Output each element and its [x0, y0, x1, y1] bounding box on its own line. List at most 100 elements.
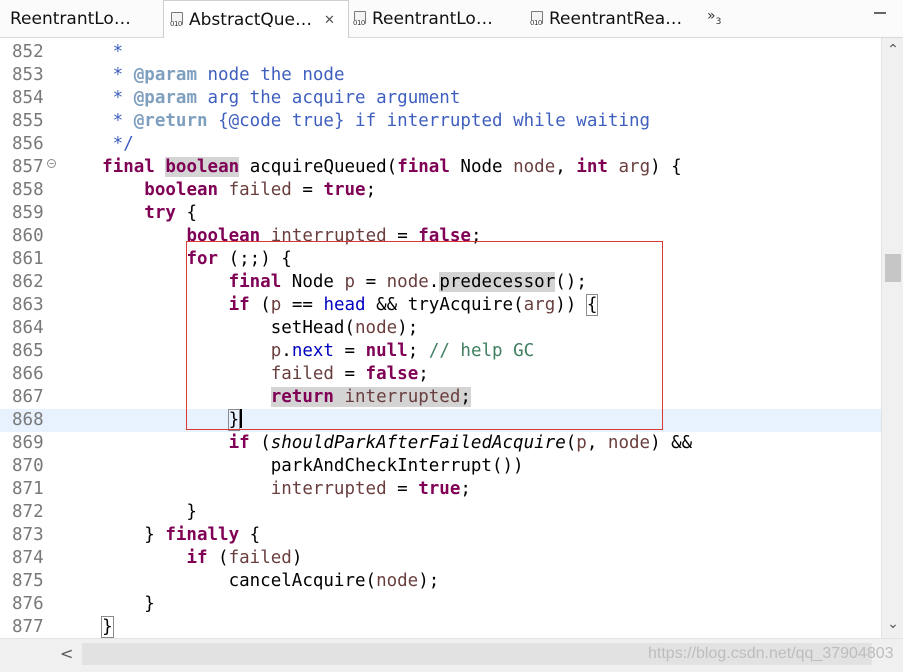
line-number: 867 — [12, 387, 44, 407]
code-line[interactable]: 857− final boolean acquireQueued(final N… — [0, 156, 881, 179]
line-number: 862 — [12, 272, 44, 292]
tab-reentrantlock-2[interactable]: 010 ReentrantLo… — [351, 0, 523, 38]
code-line[interactable]: 868 } — [0, 409, 881, 432]
code-token: failed — [270, 364, 334, 384]
minimize-icon[interactable] — [874, 12, 886, 14]
code-token: finally — [165, 525, 240, 545]
code-token: node — [513, 157, 556, 177]
tab-reentrantreadwritelock[interactable]: 010 ReentrantRea… — [528, 0, 703, 38]
watermark: https://blog.csdn.net/qq_37904803 — [648, 645, 894, 662]
code-line[interactable]: 854 * @param arg the acquire argument — [0, 87, 881, 110]
code-text: } — [60, 501, 197, 524]
line-number: 854 — [12, 88, 44, 108]
code-token: arg — [523, 295, 556, 315]
code-text: final boolean acquireQueued(final Node n… — [60, 156, 682, 179]
code-text: for (;;) { — [60, 248, 291, 271]
line-number: 875 — [12, 571, 44, 591]
code-line[interactable]: 855 * @return {@code true} if interrupte… — [0, 110, 881, 133]
code-line[interactable]: 853 * @param node the node — [0, 64, 881, 87]
code-line[interactable]: 869 if (shouldParkAfterFailedAcquire(p, … — [0, 432, 881, 455]
code-token: true — [323, 180, 366, 200]
code-line[interactable]: 873 } finally { — [0, 524, 881, 547]
code-token: // help GC — [428, 341, 535, 361]
line-number: 871 — [12, 479, 44, 499]
code-line[interactable]: 863 if (p == head && tryAcquire(arg)) { — [0, 294, 881, 317]
code-token: @param — [133, 88, 197, 108]
code-line[interactable]: 875 cancelAcquire(node); — [0, 570, 881, 593]
code-token: p — [270, 341, 282, 361]
scroll-left-icon[interactable]: < — [60, 644, 73, 663]
code-line[interactable]: 871 interrupted = true; — [0, 478, 881, 501]
code-token — [333, 387, 345, 407]
collapse-fold-icon[interactable]: − — [47, 159, 56, 168]
code-token: * — [60, 65, 134, 85]
java-class-file-icon: 010 — [353, 11, 369, 27]
code-line[interactable]: 866 failed = false; — [0, 363, 881, 386]
code-editor[interactable]: 852 * 853 * @param node the node 854 * @pa… — [0, 38, 881, 638]
code-token: . — [281, 341, 292, 361]
chevron-double-right-icon: » — [707, 8, 716, 24]
code-line[interactable]: 858 boolean failed = true; — [0, 179, 881, 202]
code-line[interactable]: 860 boolean interrupted = false; — [0, 225, 881, 248]
line-number: 869 — [12, 433, 44, 453]
code-token: ( — [249, 295, 271, 315]
code-token: * — [60, 42, 124, 62]
tab-label: ReentrantLo… — [372, 9, 493, 29]
code-text: if (p == head && tryAcquire(arg)) { — [60, 294, 599, 317]
code-token: ) — [291, 548, 303, 568]
scroll-up-icon[interactable]: ⌃ — [882, 42, 903, 62]
tab-reentrantlock-1[interactable]: ReentrantLo… — [0, 0, 163, 38]
code-token: node — [386, 272, 429, 292]
code-line[interactable]: 852 * — [0, 41, 881, 64]
code-line[interactable]: 877 } — [0, 616, 881, 638]
line-number: 874 — [12, 548, 44, 568]
close-tab-icon[interactable]: ✕ — [324, 13, 335, 28]
code-token: @return — [133, 111, 208, 131]
code-line[interactable]: 867 return interrupted; — [0, 386, 881, 409]
code-line[interactable]: 864 setHead(node); — [0, 317, 881, 340]
code-token: @param — [133, 65, 197, 85]
code-line[interactable]: 859 try { — [0, 202, 881, 225]
code-line[interactable]: 861 for (;;) { — [0, 248, 881, 271]
code-token: } — [60, 594, 155, 614]
scroll-down-icon[interactable]: ⌄ — [882, 616, 903, 636]
vertical-scroll-thumb[interactable] — [885, 254, 901, 282]
code-token: arg — [618, 157, 651, 177]
code-token: failed — [228, 180, 292, 200]
code-token: node — [376, 571, 419, 591]
code-line[interactable]: 856 */ — [0, 133, 881, 156]
line-number: 876 — [12, 594, 44, 614]
code-line[interactable]: 870 parkAndCheckInterrupt()) — [0, 455, 881, 478]
code-token: } — [60, 525, 166, 545]
code-text: } — [60, 593, 155, 616]
editor-tab-bar: ReentrantLo… 010 AbstractQue… ✕ 010 Reen… — [0, 0, 903, 39]
tab-overflow-button[interactable]: »3 — [707, 8, 721, 27]
code-token: Node — [281, 272, 345, 292]
code-token: && tryAcquire( — [365, 295, 524, 315]
vertical-scrollbar[interactable]: ⌃ ⌄ — [881, 38, 903, 638]
code-token: p — [270, 295, 282, 315]
code-token: int — [576, 157, 608, 177]
code-line[interactable]: 865 p.next = null; // help GC — [0, 340, 881, 363]
code-text: p.next = null; // help GC — [60, 340, 534, 363]
text-caret — [240, 409, 243, 428]
code-text: * @param arg the acquire argument — [60, 87, 461, 110]
code-line[interactable]: 872 } — [0, 501, 881, 524]
line-number: 857 — [12, 157, 44, 177]
line-number: 873 — [12, 525, 44, 545]
code-token: , — [586, 433, 608, 453]
code-line[interactable]: 862 final Node p = node.predecessor(); — [0, 271, 881, 294]
code-token: ; — [418, 364, 429, 384]
code-line[interactable]: 876 } — [0, 593, 881, 616]
code-token: { — [239, 525, 261, 545]
code-line[interactable]: 874 if (failed) — [0, 547, 881, 570]
line-number: 859 — [12, 203, 44, 223]
line-number: 861 — [12, 249, 44, 269]
tab-abstractqueuedsynchronizer[interactable]: 010 AbstractQue… ✕ — [163, 0, 349, 39]
